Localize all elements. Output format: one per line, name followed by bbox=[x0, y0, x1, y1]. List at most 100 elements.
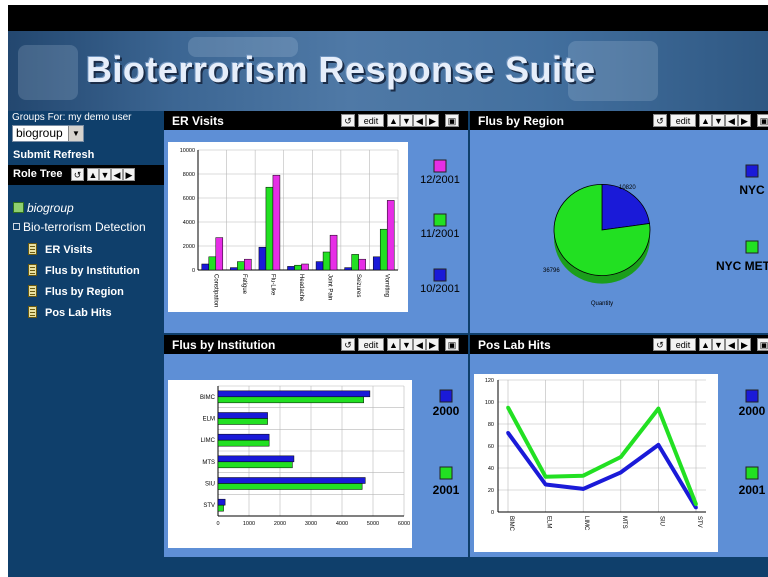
move-up-icon[interactable]: ▲ bbox=[699, 114, 712, 127]
move-right-icon[interactable]: ▶ bbox=[426, 114, 439, 127]
move-up-icon[interactable]: ▲ bbox=[87, 168, 99, 181]
move-down-icon[interactable]: ▼ bbox=[400, 114, 413, 127]
bar bbox=[217, 439, 270, 447]
move-right-icon[interactable]: ▶ bbox=[738, 114, 751, 127]
move-up-icon[interactable]: ▲ bbox=[387, 114, 400, 127]
y-tick-label: 10000 bbox=[180, 148, 195, 154]
slice-label: 36796 bbox=[543, 268, 560, 274]
data-point bbox=[619, 470, 623, 475]
data-point bbox=[694, 505, 698, 510]
maximize-icon[interactable]: ▣ bbox=[757, 338, 768, 351]
edit-button[interactable]: edit bbox=[358, 114, 384, 127]
legend-label: NYC bbox=[739, 183, 765, 197]
bar bbox=[372, 256, 381, 271]
y-tick-label: SIU bbox=[205, 482, 215, 488]
move-down-icon[interactable]: ▼ bbox=[400, 338, 413, 351]
move-down-icon[interactable]: ▼ bbox=[712, 114, 725, 127]
x-tick-label: 6000 bbox=[398, 521, 410, 527]
edit-button[interactable]: edit bbox=[670, 338, 696, 351]
y-tick-label: 120 bbox=[485, 378, 494, 384]
x-tick-label: LIMC bbox=[583, 516, 589, 531]
legend-swatch bbox=[745, 240, 759, 254]
bar bbox=[230, 267, 238, 271]
panel-title: Flus by Institution bbox=[172, 338, 276, 352]
panel-flus-by-institution: Flus by Institution ↺ edit ▲ ▼ ◀ ▶ ▣ 0 10… bbox=[164, 335, 468, 557]
legend-label: 2000 bbox=[739, 404, 766, 418]
move-up-icon[interactable]: ▲ bbox=[387, 338, 400, 351]
panel-er-visits: ER Visits ↺ edit ▲ ▼ ◀ ▶ ▣ 0 2000 4000 6000… bbox=[164, 111, 468, 333]
refresh-icon[interactable]: ↺ bbox=[341, 114, 355, 127]
submit-link[interactable]: Submit bbox=[13, 149, 50, 161]
bar bbox=[258, 246, 267, 271]
bar bbox=[272, 174, 281, 271]
flus-by-institution-chart: 0 1000 2000 3000 4000 5000 6000 BIMC ELM LIMC MTS S… bbox=[168, 380, 460, 548]
data-point bbox=[506, 431, 510, 435]
app-title: Bioterrorism Response Suite bbox=[86, 49, 596, 90]
x-tick-label: 5000 bbox=[367, 521, 379, 527]
pos-lab-hits-chart: 0 20 40 60 80 100 120 BIMC ELM LIMC MTS SIU STV 2000 2… bbox=[474, 374, 766, 552]
y-tick-label: 0 bbox=[491, 510, 494, 516]
group-select[interactable]: biogroup ▼ bbox=[12, 125, 84, 142]
y-tick-label: ELM bbox=[203, 417, 215, 423]
tree-item-flus-by-institution[interactable]: Flus by Institution bbox=[28, 264, 140, 277]
refresh-icon[interactable]: ↺ bbox=[71, 168, 84, 181]
tree-item-label: Flus by Region bbox=[45, 286, 124, 298]
move-left-icon[interactable]: ◀ bbox=[111, 168, 123, 181]
refresh-icon[interactable]: ↺ bbox=[341, 338, 355, 351]
maximize-icon[interactable]: ▣ bbox=[445, 114, 459, 127]
legend-swatch bbox=[433, 213, 447, 227]
banner-photo-decor bbox=[18, 45, 78, 100]
maximize-icon[interactable]: ▣ bbox=[445, 338, 459, 351]
tree-item-er-visits[interactable]: ER Visits bbox=[28, 243, 93, 256]
refresh-icon[interactable]: ↺ bbox=[653, 338, 667, 351]
move-left-icon[interactable]: ◀ bbox=[725, 338, 738, 351]
move-down-icon[interactable]: ▼ bbox=[712, 338, 725, 351]
move-right-icon[interactable]: ▶ bbox=[738, 338, 751, 351]
edit-button[interactable]: edit bbox=[358, 338, 384, 351]
edit-button[interactable]: edit bbox=[670, 114, 696, 127]
legend-swatch bbox=[439, 466, 453, 480]
legend-label: 2000 bbox=[433, 404, 460, 418]
refresh-link[interactable]: Refresh bbox=[53, 149, 94, 161]
document-icon bbox=[28, 264, 37, 276]
banner: Bioterrorism Response Suite bbox=[8, 31, 768, 111]
refresh-icon[interactable]: ↺ bbox=[653, 114, 667, 127]
data-point bbox=[581, 473, 585, 478]
x-tick-label: SIU bbox=[658, 516, 664, 526]
maximize-icon[interactable]: ▣ bbox=[757, 114, 768, 127]
move-up-icon[interactable]: ▲ bbox=[699, 338, 712, 351]
document-icon bbox=[28, 285, 37, 297]
collapse-icon[interactable] bbox=[13, 223, 20, 230]
bar bbox=[358, 258, 366, 271]
data-point bbox=[619, 455, 623, 459]
sidebar: Groups For: my demo user biogroup ▼ Subm… bbox=[8, 111, 164, 577]
tree-item-pos-lab-hits[interactable]: Pos Lab Hits bbox=[28, 306, 112, 319]
move-right-icon[interactable]: ▶ bbox=[426, 338, 439, 351]
move-down-icon[interactable]: ▼ bbox=[99, 168, 111, 181]
move-left-icon[interactable]: ◀ bbox=[413, 114, 426, 127]
legend-swatch bbox=[439, 389, 453, 403]
tree-root[interactable]: biogroup bbox=[13, 201, 74, 215]
bar bbox=[244, 258, 252, 271]
tree-root-label: biogroup bbox=[27, 201, 74, 215]
legend-swatch bbox=[745, 389, 759, 403]
move-left-icon[interactable]: ◀ bbox=[413, 338, 426, 351]
x-tick-label: Seizures bbox=[355, 274, 361, 297]
move-left-icon[interactable]: ◀ bbox=[725, 114, 738, 127]
y-tick-label: BIMC bbox=[200, 395, 216, 401]
chevron-down-icon[interactable]: ▼ bbox=[68, 126, 83, 141]
slice-label: 10820 bbox=[619, 185, 636, 191]
bar bbox=[217, 504, 224, 512]
x-tick-label: ELM bbox=[546, 516, 552, 528]
x-tick-label: 1000 bbox=[243, 521, 255, 527]
tree-folder[interactable]: Bio-terrorism Detection bbox=[13, 220, 146, 234]
x-tick-label: 0 bbox=[216, 521, 219, 527]
x-tick-label: 4000 bbox=[336, 521, 348, 527]
chart-background bbox=[168, 142, 408, 312]
data-point bbox=[694, 502, 698, 507]
x-tick-label: BIMC bbox=[508, 516, 514, 532]
bar bbox=[322, 251, 331, 271]
move-right-icon[interactable]: ▶ bbox=[123, 168, 135, 181]
bar bbox=[217, 412, 268, 419]
tree-item-flus-by-region[interactable]: Flus by Region bbox=[28, 285, 124, 298]
